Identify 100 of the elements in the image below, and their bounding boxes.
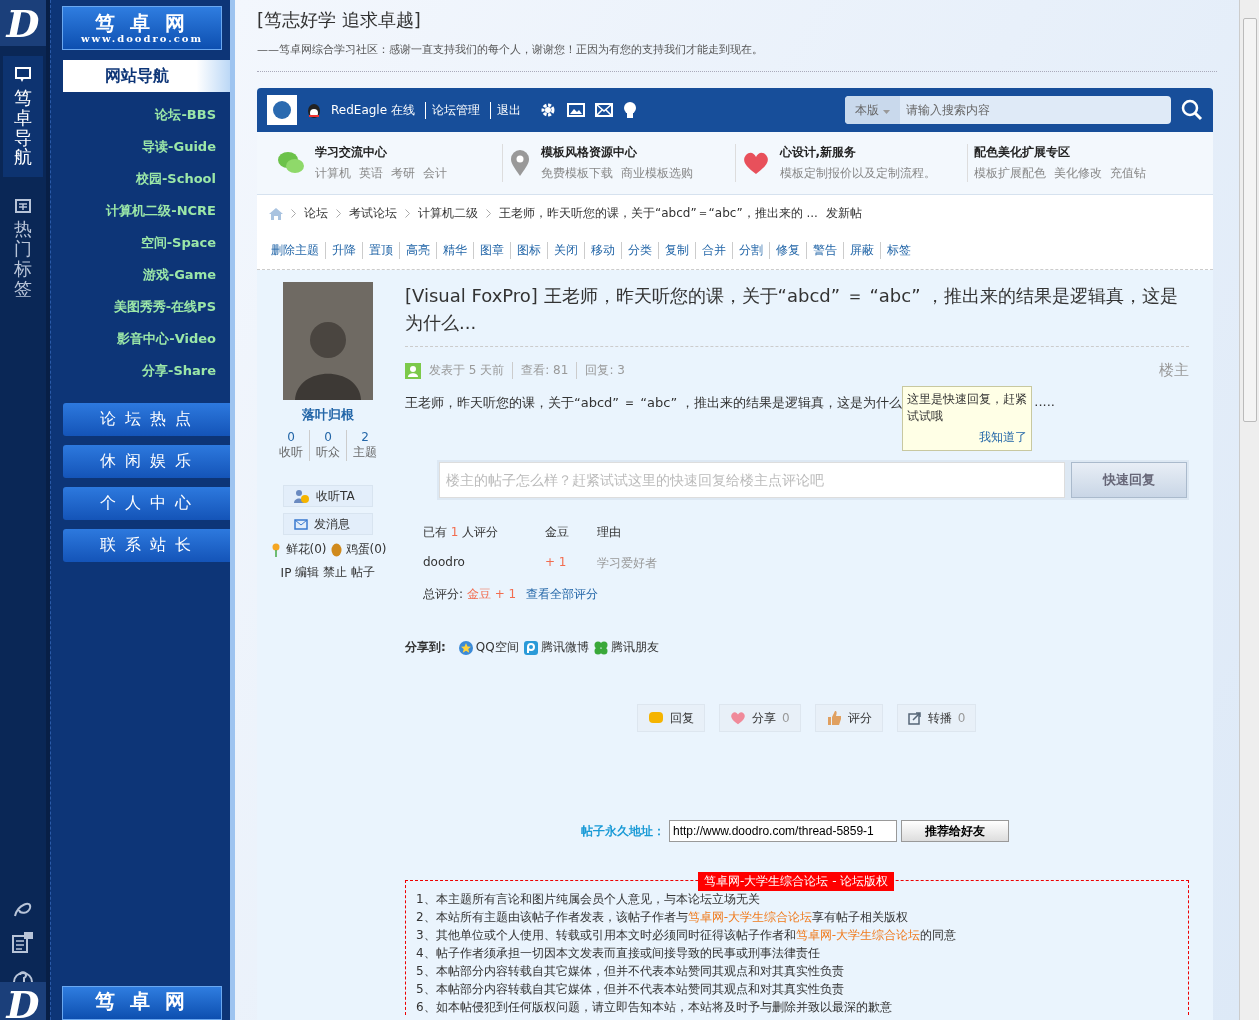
post-action-button[interactable]: 分享 0 (719, 704, 801, 732)
breadcrumb-link[interactable]: 王老师，昨天听您的课，关于“abcd”＝“abc”，推出来的 ... (499, 205, 818, 222)
avatar[interactable] (267, 95, 297, 125)
post-action-button[interactable]: 评分 (814, 704, 883, 732)
admin-link[interactable]: 禁止 (323, 564, 348, 581)
slogan: [笃志好学 追求卓越] (257, 8, 422, 32)
recommend-button[interactable]: 推荐给好友 (901, 820, 1009, 842)
nav-link[interactable]: 分享-Share (142, 362, 216, 380)
rating-column-header: 金豆 (545, 524, 570, 541)
topbar-link[interactable]: 退出 (489, 101, 521, 119)
topbar-link[interactable]: 论坛管理 (424, 101, 480, 119)
rail-tab[interactable]: 笃卓导航 (3, 56, 43, 178)
moderation-link[interactable]: 精华 (436, 242, 473, 259)
admin-link[interactable]: 编辑 (295, 564, 320, 581)
category-link[interactable]: 模板扩展配色 (973, 165, 1046, 182)
site-logo[interactable]: D (0, 0, 46, 46)
breadcrumb-link[interactable]: 计算机二级 (418, 205, 478, 222)
penguin-icon (307, 102, 321, 118)
share-target-link[interactable]: QQ空间 (457, 639, 519, 656)
nav-link[interactable]: 游戏-Game (142, 266, 216, 284)
share-label: 分享到: (405, 639, 446, 656)
stat-value[interactable]: 0 (287, 430, 295, 444)
image-icon[interactable] (566, 102, 585, 118)
search-field[interactable]: 本版 请输入搜索内容 (845, 96, 1171, 124)
moderation-link[interactable]: 关闭 (547, 242, 584, 259)
moderation-link[interactable]: 图标 (510, 242, 547, 259)
moderation-link[interactable]: 图章 (473, 242, 510, 259)
category-link[interactable]: 计算机 (315, 165, 351, 182)
moderation-link[interactable]: 标签 (880, 242, 917, 259)
moderation-link[interactable]: 分割 (732, 242, 769, 259)
nav-section-button[interactable]: 休 闲 娱 乐 (63, 445, 230, 478)
nav-link[interactable]: 导读-Guide (142, 138, 216, 156)
rail-tab[interactable]: 热门标签 (3, 187, 43, 309)
nav-section-button[interactable]: 个 人 中 心 (63, 487, 230, 520)
search-icon[interactable] (1181, 99, 1203, 121)
copyright-line: 6、如本帖侵犯到任何版权问题，请立即告知本站，本站将及时予与删除并致以最深的歉意 (416, 999, 893, 1015)
search-scope-dropdown[interactable]: 本版 (845, 96, 900, 124)
share-target-link[interactable]: 腾讯微博 (522, 639, 589, 656)
category-link[interactable]: 会计 (423, 165, 447, 182)
category-link[interactable]: 模板定制报价以及定制流程。 (779, 165, 936, 182)
view-all-ratings-link[interactable]: 查看全部评分 (526, 587, 599, 601)
moderation-link[interactable]: 合并 (695, 242, 732, 259)
moderation-link[interactable]: 警告 (806, 242, 843, 259)
share-target-link[interactable]: 腾讯朋友 (592, 639, 659, 656)
tooltip-dismiss-link[interactable]: 我知道了 (979, 429, 1028, 446)
nav-link[interactable]: 影音中心-Video (117, 330, 216, 348)
document-icon[interactable] (11, 930, 35, 956)
moderation-link[interactable]: 置顶 (362, 242, 399, 259)
nav-link[interactable]: 计算机二级-NCRE (106, 202, 216, 220)
category-title[interactable]: 学习交流中心 (315, 144, 447, 161)
author-action-button[interactable]: 收听TA (283, 485, 373, 507)
moderation-link[interactable]: 移动 (584, 242, 621, 259)
category-title[interactable]: 心设计,新服务 (779, 144, 936, 161)
category-link[interactable]: 充值钻 (1109, 165, 1146, 182)
site-logo[interactable]: 笃 卓 网 (62, 986, 222, 1020)
moderation-link[interactable]: 高亮 (399, 242, 436, 259)
new-post-link[interactable]: 发新帖 (825, 205, 862, 222)
chevron-right-icon (405, 209, 410, 218)
category-link[interactable]: 英语 (359, 165, 383, 182)
author-action-button[interactable]: 发消息 (283, 513, 373, 535)
site-logo[interactable]: 笃 卓 网 www.doodro.com (62, 6, 222, 50)
moderation-link[interactable]: 删除主题 (271, 242, 325, 259)
site-logo[interactable]: D (0, 982, 46, 1020)
nav-link[interactable]: 美图秀秀-在线PS (113, 298, 216, 316)
scrollbar[interactable] (1239, 0, 1259, 1020)
breadcrumb-link[interactable]: 论坛 (304, 205, 328, 222)
copyright-line: 5、本帖部分内容转载自其它媒体，但并不代表本站赞同其观点和对其真实性负责 (416, 981, 845, 997)
category-link[interactable]: 免费模板下载 (541, 165, 614, 182)
nav-section-button[interactable]: 论 坛 热 点 (63, 403, 230, 436)
category-link[interactable]: 商业模板选购 (621, 165, 694, 182)
nav-link[interactable]: 校园-School (135, 170, 216, 188)
post-body: 王老师，昨天听您的课，关于“abcd” ＝ “abc” ，推出来的结果是逻辑真，这是为什么 (405, 394, 903, 412)
category-title[interactable]: 配色美化扩展专区 (973, 144, 1146, 161)
post-action-button[interactable]: 转播 0 (896, 704, 977, 732)
nav-link[interactable]: 空间-Space (140, 234, 216, 252)
chevron-right-icon (336, 209, 341, 218)
stat-value[interactable]: 2 (361, 430, 369, 444)
category-link[interactable]: 考研 (391, 165, 415, 182)
author-name[interactable]: 落叶归根 (302, 406, 354, 424)
lightbulb-icon[interactable] (622, 101, 637, 119)
moderation-link[interactable]: 修复 (769, 242, 806, 259)
category-title[interactable]: 模板风格资源中心 (541, 144, 694, 161)
admin-link[interactable]: IP (280, 565, 292, 580)
moderation-link[interactable]: 分类 (621, 242, 658, 259)
mail-icon[interactable] (594, 103, 613, 117)
admin-link[interactable]: 帖子 (351, 564, 376, 581)
category-link[interactable]: 美化修改 (1053, 165, 1102, 182)
stat-value[interactable]: 0 (324, 430, 332, 444)
permalink-field[interactable]: http://www.doodro.com/thread-5859-1 (669, 820, 897, 842)
moderation-link[interactable]: 复制 (658, 242, 695, 259)
flowers-count[interactable]: 鲜花(0) (285, 541, 327, 558)
moderation-link[interactable]: 升降 (325, 242, 362, 259)
post-action-button[interactable]: 回复 (637, 704, 705, 732)
moderation-link[interactable]: 屏蔽 (843, 242, 880, 259)
breadcrumb-link[interactable]: 考试论坛 (349, 205, 397, 222)
quick-reply-field[interactable]: 楼主的帖子怎么样？赶紧试试这里的快速回复给楼主点评论吧 (439, 462, 1065, 498)
nav-section-button[interactable]: 联 系 站 长 (63, 529, 230, 562)
eggs-count[interactable]: 鸡蛋(0) (345, 541, 387, 558)
nav-link[interactable]: 论坛-BBS (155, 106, 216, 124)
quick-reply-button[interactable]: 快速回复 (1071, 462, 1187, 498)
